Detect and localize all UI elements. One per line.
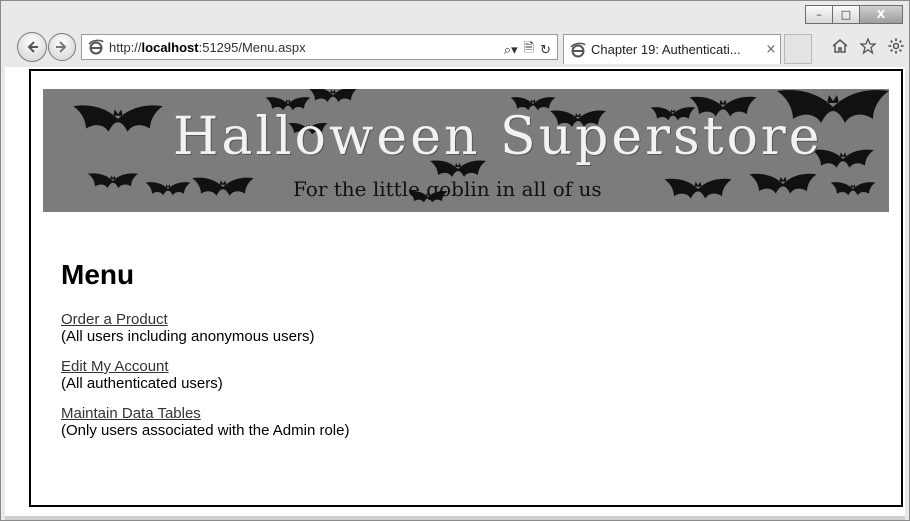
tab-active[interactable]: Chapter 19: Authenticati... × bbox=[563, 34, 781, 64]
minimize-button[interactable]: – bbox=[805, 5, 833, 24]
favorites-button[interactable] bbox=[859, 37, 877, 55]
ie-logo-icon bbox=[88, 39, 104, 55]
address-url[interactable]: http://localhost:51295/Menu.aspx bbox=[109, 40, 306, 55]
back-arrow-icon bbox=[27, 41, 38, 53]
navigation-toolbar: http://localhost:51295/Menu.aspx ⌕▾ 🗎 ↻ … bbox=[1, 31, 910, 67]
gear-icon bbox=[888, 38, 904, 54]
menu-content: Menu Order a Product (All users includin… bbox=[61, 259, 349, 452]
address-bar[interactable]: http://localhost:51295/Menu.aspx ⌕▾ 🗎 ↻ bbox=[81, 34, 558, 60]
menu-item-description: (Only users associated with the Admin ro… bbox=[61, 422, 350, 439]
menu-item-description: (All users including anonymous users) bbox=[61, 328, 315, 345]
banner-title: Halloween Superstore bbox=[173, 107, 823, 167]
ie-logo-icon bbox=[570, 42, 586, 57]
tab-close-icon[interactable]: × bbox=[762, 42, 780, 57]
status-bar bbox=[5, 516, 905, 520]
menu-item-maintain: Maintain Data Tables (Only users associa… bbox=[61, 405, 349, 439]
page-title: Menu bbox=[61, 259, 135, 290]
edit-account-link[interactable]: Edit My Account bbox=[61, 358, 169, 375]
home-icon bbox=[832, 39, 848, 53]
tools-button[interactable] bbox=[887, 37, 905, 55]
close-button[interactable]: X bbox=[859, 5, 903, 24]
browser-command-icons bbox=[831, 37, 905, 55]
banner-tagline: For the little goblin in all of us bbox=[293, 177, 602, 201]
forward-arrow-icon bbox=[56, 41, 67, 53]
page-viewport: Halloween Superstore For the little gobl… bbox=[5, 67, 905, 516]
back-button[interactable] bbox=[17, 32, 47, 62]
forward-button[interactable] bbox=[48, 33, 76, 61]
halloween-banner: Halloween Superstore For the little gobl… bbox=[43, 89, 889, 212]
menu-item-account: Edit My Account (All authenticated users… bbox=[61, 358, 349, 392]
menu-item-order: Order a Product (All users including ano… bbox=[61, 311, 349, 345]
page-frame: Halloween Superstore For the little gobl… bbox=[29, 69, 903, 507]
home-button[interactable] bbox=[831, 37, 849, 55]
new-tab-button[interactable] bbox=[784, 34, 812, 64]
maintain-tables-link[interactable]: Maintain Data Tables bbox=[61, 405, 201, 422]
order-product-link[interactable]: Order a Product bbox=[61, 311, 168, 328]
maximize-button[interactable]: □ bbox=[832, 5, 860, 24]
search-icon[interactable]: ⌕▾ bbox=[504, 43, 518, 58]
star-icon bbox=[859, 37, 877, 55]
tab-title: Chapter 19: Authenticati... bbox=[591, 42, 741, 57]
window-controls: – □ X bbox=[805, 5, 903, 24]
address-tools: ⌕▾ 🗎 ↻ bbox=[504, 39, 551, 61]
compatibility-view-icon[interactable]: 🗎 bbox=[524, 39, 534, 61]
refresh-icon[interactable]: ↻ bbox=[540, 43, 551, 58]
browser-window: – □ X http://localhost:51295/Menu.aspx ⌕… bbox=[0, 0, 910, 521]
menu-item-description: (All authenticated users) bbox=[61, 375, 223, 392]
